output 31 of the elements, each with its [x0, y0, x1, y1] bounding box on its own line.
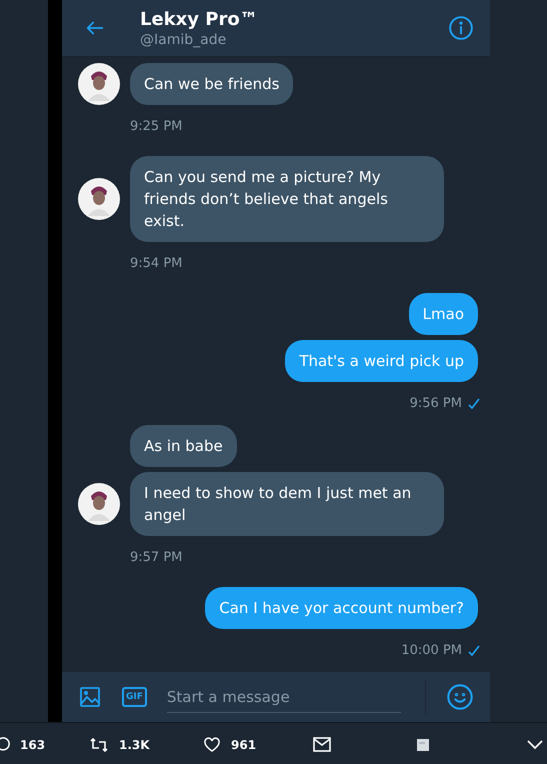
mail-icon[interactable] [313, 737, 331, 752]
avatar [78, 483, 120, 526]
message-bubble: I need to show to dem I just met an angel [130, 472, 444, 536]
avatar [78, 178, 120, 220]
avatar [78, 63, 120, 106]
info-icon[interactable] [448, 15, 474, 42]
contact-handle: @Iamib_ade [140, 32, 228, 48]
message-input[interactable]: Start a message [166, 682, 401, 713]
retweet-icon[interactable] [89, 736, 109, 752]
message-time: 9:54 PM [130, 256, 182, 272]
reply-count: 163 [20, 738, 46, 752]
contact-name: Lekxy Pro™ [140, 8, 259, 30]
image-icon[interactable] [78, 685, 102, 710]
message-bubble: Can you send me a picture? My friends don’t believe that angels exist. [130, 156, 444, 242]
chevron-down-icon[interactable] [527, 740, 543, 750]
message-composer[interactable]: GIF Start a message [62, 672, 490, 722]
message-time: 9:56 PM [410, 396, 462, 412]
message-bubble: Can I have yor account number? [205, 587, 478, 630]
retweet-count: 1.3K [119, 738, 150, 752]
analytics-icon[interactable] [417, 738, 429, 750]
like-count: 961 [231, 738, 256, 752]
heart-icon[interactable] [203, 736, 221, 752]
message-bubble: That's a weird pick up [285, 340, 478, 382]
message-time: 9:57 PM [130, 550, 182, 566]
message-bubble: Lmao [408, 293, 478, 336]
gif-button[interactable]: GIF [122, 687, 147, 708]
message-time: 10:00 PM [401, 643, 462, 658]
message-time: 9:25 PM [130, 119, 182, 134]
message-bubble: As in babe [130, 425, 237, 468]
message-bubble: Can we be friends [130, 63, 294, 106]
emoji-icon[interactable] [446, 683, 474, 712]
